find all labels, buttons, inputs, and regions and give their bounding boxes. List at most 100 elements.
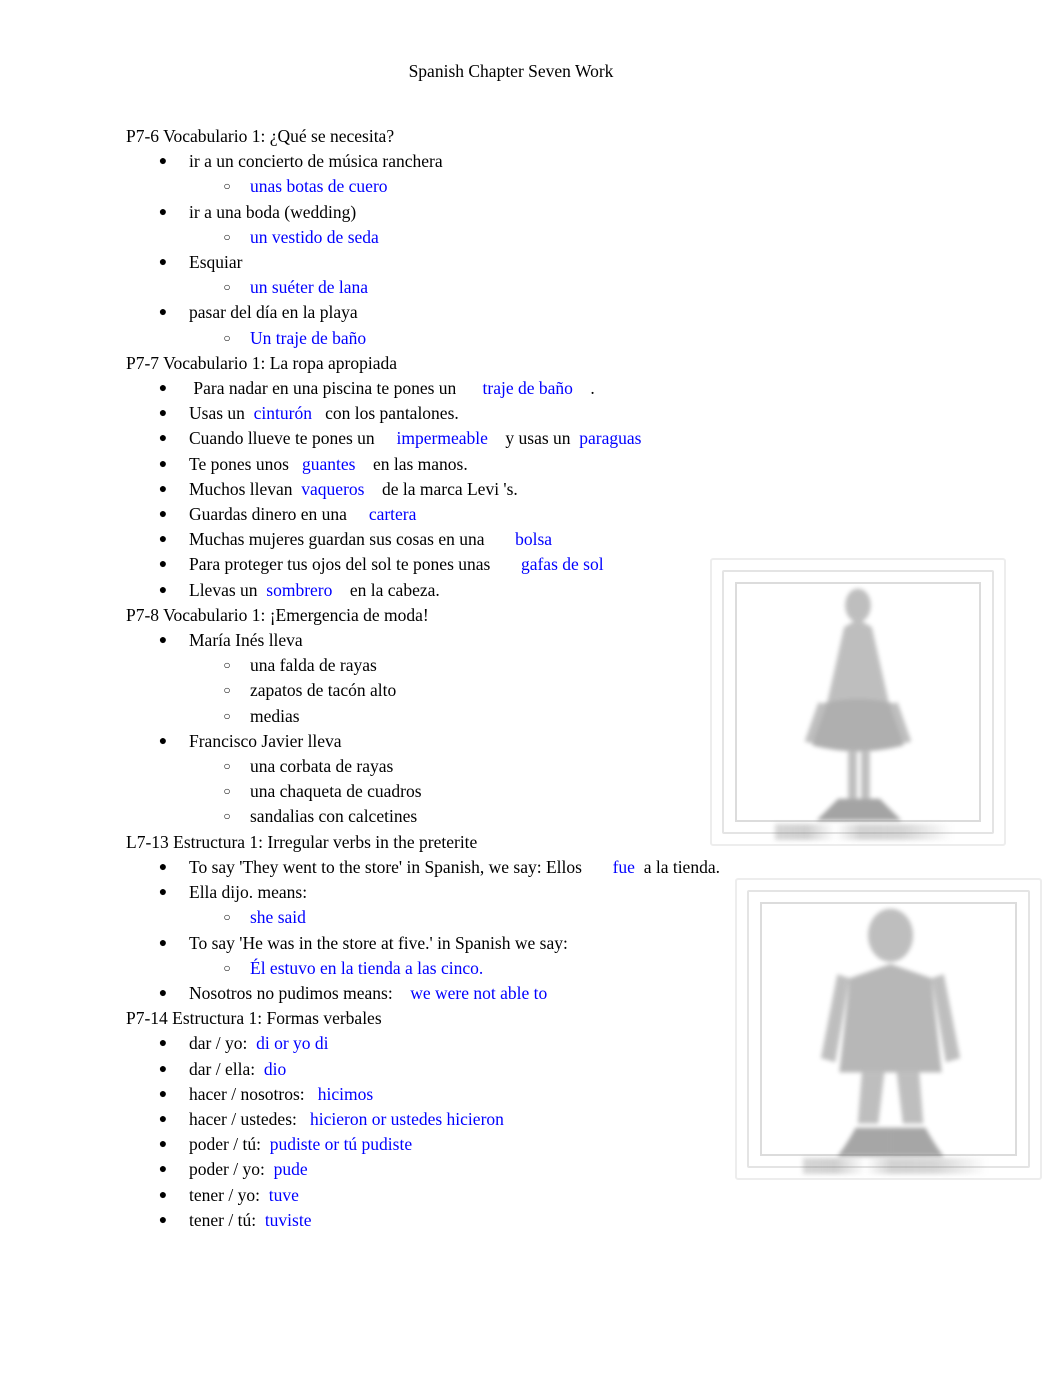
answer-text: Él estuvo en la tienda a las cinco. xyxy=(250,957,484,978)
answer-text: bolsa xyxy=(515,529,553,550)
answer-text: traje de baño xyxy=(482,378,573,399)
disc-bullet-icon: ● xyxy=(158,582,168,598)
prompt-text: sandalias con calcetines xyxy=(250,806,418,827)
list-item: ● tener / tú: tuviste xyxy=(126,1208,1046,1233)
bullet-list-level-2: ○ unas botas de cuero xyxy=(126,174,1046,199)
circle-bullet-icon: ○ xyxy=(223,330,231,345)
bullet-list-level-2: ○ un suéter de lana xyxy=(126,275,1046,300)
prompt-text: de la marca Levi 's. xyxy=(364,478,518,499)
list-item: ● tener / yo: tuve xyxy=(126,1183,1046,1208)
circle-bullet-icon: ○ xyxy=(223,658,231,673)
disc-bullet-icon: ● xyxy=(158,532,168,548)
figure-woman-outfit xyxy=(710,558,1006,846)
disc-bullet-icon: ● xyxy=(158,935,168,951)
prompt-text: . xyxy=(572,378,595,399)
list-item: ● Usas un cinturón con los pantalones. xyxy=(126,401,1046,426)
list-item: ● Muchos llevan vaqueros de la marca Levi… xyxy=(126,477,1046,502)
disc-bullet-icon: ● xyxy=(158,481,168,497)
answer-text: cinturón xyxy=(253,403,312,424)
answer-text: vaqueros xyxy=(301,478,365,499)
prompt-text: To say 'They went to the store' in Spani… xyxy=(189,856,613,877)
page-title: Spanish Chapter Seven Work xyxy=(408,61,614,81)
prompt-text: Francisco Javier lleva xyxy=(189,730,342,751)
list-item: ● pasar del día en la playa xyxy=(126,300,1046,325)
section-heading: P7-6 Vocabulario 1: ¿Qué se necesita? xyxy=(126,126,395,146)
circle-bullet-icon: ○ xyxy=(223,179,231,194)
circle-bullet-icon: ○ xyxy=(223,683,231,698)
circle-bullet-icon: ○ xyxy=(223,910,231,925)
answer-text: guantes xyxy=(302,453,356,474)
answer-text: fue xyxy=(612,856,635,877)
prompt-text: Llevas un xyxy=(189,579,267,600)
disc-bullet-icon: ● xyxy=(158,1187,168,1203)
prompt-text: Nosotros no pudimos means: xyxy=(189,982,411,1003)
prompt-text: dar / yo: xyxy=(189,1033,257,1054)
figure-caption-blur xyxy=(775,824,953,840)
prompt-text: ir a una boda (wedding) xyxy=(189,201,357,222)
list-item: ● Muchas mujeres guardan sus cosas en una… xyxy=(126,527,1046,552)
circle-bullet-icon: ○ xyxy=(223,960,231,975)
woman-figure-illustration xyxy=(804,588,912,821)
prompt-text: una corbata de rayas xyxy=(250,756,394,777)
bullet-list-level-1: ● ir a un concierto de música ranchera xyxy=(126,149,1046,174)
list-item: ● Guardas dinero en una cartera xyxy=(126,502,1046,527)
prompt-text: con los pantalones. xyxy=(311,403,459,424)
bullet-list-level-1: ● ir a una boda (wedding) xyxy=(126,200,1046,225)
list-item: ○ un suéter de lana xyxy=(126,275,1046,300)
circle-bullet-icon: ○ xyxy=(223,809,231,824)
disc-bullet-icon: ● xyxy=(158,1036,168,1052)
answer-text: di or yo di xyxy=(256,1033,329,1054)
prompt-text: poder / tú: xyxy=(189,1134,270,1155)
prompt-text: Usas un xyxy=(189,403,254,424)
answer-text: gafas de sol xyxy=(520,554,604,575)
disc-bullet-icon: ● xyxy=(158,1111,168,1127)
prompt-text: María Inés lleva xyxy=(189,630,303,651)
disc-bullet-icon: ● xyxy=(158,507,168,523)
circle-bullet-icon: ○ xyxy=(223,229,231,244)
list-item: ● ir a un concierto de música ranchera xyxy=(126,149,1046,174)
disc-bullet-icon: ● xyxy=(158,557,168,573)
man-figure-illustration xyxy=(820,908,961,1157)
list-item: ○ unas botas de cuero xyxy=(126,174,1046,199)
prompt-text: Guardas dinero en una xyxy=(189,504,369,525)
disc-bullet-icon: ● xyxy=(158,204,168,220)
circle-bullet-icon: ○ xyxy=(223,784,231,799)
answer-text: Un traje de baño xyxy=(250,327,367,348)
prompt-text: Muchos llevan xyxy=(189,478,302,499)
document-section: P7-6 Vocabulario 1: ¿Qué se necesita? ● ir… xyxy=(126,124,1046,351)
disc-bullet-icon: ● xyxy=(158,1137,168,1153)
answer-text: we were not able to xyxy=(410,982,548,1003)
answer-text: pude xyxy=(273,1159,308,1180)
disc-bullet-icon: ● xyxy=(158,456,168,472)
disc-bullet-icon: ● xyxy=(158,1212,168,1228)
prompt-text: medias xyxy=(250,705,300,726)
prompt-text: una falda de rayas xyxy=(250,655,377,676)
prompt-text: pasar del día en la playa xyxy=(189,302,358,323)
list-item: ● Te pones unos guantes en las manos. xyxy=(126,452,1046,477)
prompt-text: ir a un concierto de música ranchera xyxy=(189,151,443,172)
prompt-text: tener / tú: xyxy=(189,1209,265,1230)
prompt-text: Para proteger tus ojos del sol te pones … xyxy=(189,554,521,575)
list-item: ○ Un traje de baño xyxy=(126,326,1046,351)
disc-bullet-icon: ● xyxy=(158,633,168,649)
disc-bullet-icon: ● xyxy=(158,255,168,271)
prompt-text: Te pones unos xyxy=(189,453,302,474)
bullet-list-level-1: ● Esquiar xyxy=(126,250,1046,275)
circle-bullet-icon: ○ xyxy=(223,280,231,295)
list-item: ● ir a una boda (wedding) xyxy=(126,200,1046,225)
prompt-text: Esquiar xyxy=(189,252,243,273)
prompt-text: Cuando llueve te pones un xyxy=(189,428,397,449)
bullet-list-level-2: ○ un vestido de seda xyxy=(126,225,1046,250)
answer-text: hicieron or ustedes hicieron xyxy=(310,1108,504,1129)
document-page: Spanish Chapter Seven Work P7-6 Vocabula… xyxy=(0,0,1062,1377)
prompt-text: Muchas mujeres guardan sus cosas en una xyxy=(189,529,516,550)
prompt-text: hacer / ustedes: xyxy=(189,1108,310,1129)
answer-text: she said xyxy=(250,907,306,928)
disc-bullet-icon: ● xyxy=(158,1086,168,1102)
disc-bullet-icon: ● xyxy=(158,431,168,447)
prompt-text: tener / yo: xyxy=(189,1184,269,1205)
prompt-text: y usas un xyxy=(487,428,580,449)
disc-bullet-icon: ● xyxy=(158,381,168,397)
answer-text: paraguas xyxy=(579,428,642,449)
answer-text: hicimos xyxy=(317,1083,374,1104)
